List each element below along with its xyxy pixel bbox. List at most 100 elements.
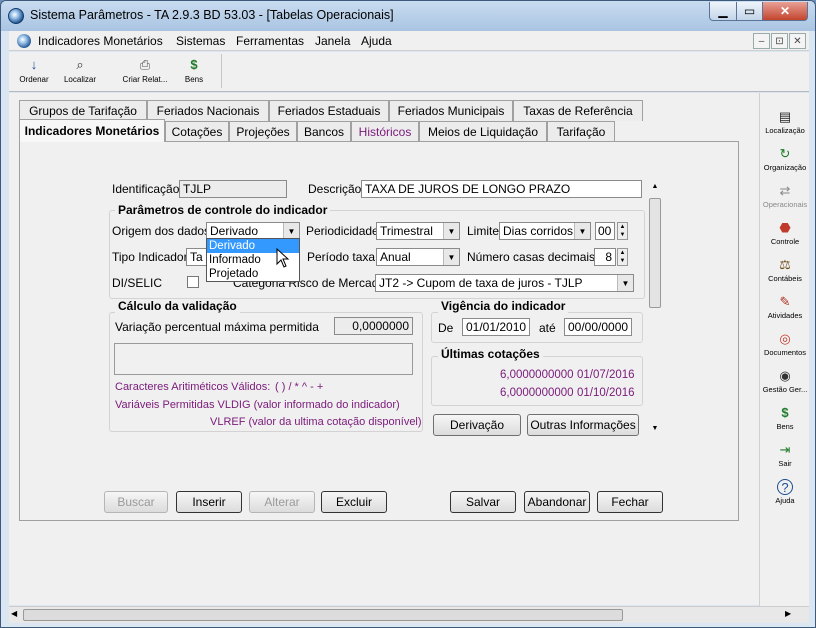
tipo-combo[interactable]: Ta [186,248,208,266]
rightbar-organizacao[interactable]: ↻ Organização [760,146,810,172]
rightbar-sair[interactable]: ⇥ Sair [760,442,810,468]
menu-ferramentas[interactable]: Ferramentas [236,34,304,48]
panel-scrollbar[interactable]: ▲ ▼ [648,182,662,437]
caracteres-value: ( ) / * ^ - + [275,381,324,393]
caracteres-label: Caracteres Aritiméticos Válidos: [115,381,271,393]
rightbar-gestao[interactable]: ◉ Gestão Ger... [760,368,810,394]
menu-ajuda[interactable]: Ajuda [361,34,392,48]
rightbar-controle[interactable]: ⬣ Controle [760,220,810,246]
tab-projecoes[interactable]: Projeções [229,121,297,142]
target-icon: ◎ [779,331,791,346]
limite-spinner[interactable]: ▲ ▼ [617,222,628,240]
chevron-down-icon[interactable]: ▼ [443,249,459,265]
rightbar-label: Documentos [763,348,807,357]
minimize-button[interactable]: ▁ [709,2,737,21]
identificacao-field[interactable]: TJLP [179,180,287,198]
excluir-button[interactable]: Excluir [321,491,387,513]
child-close-button[interactable]: ✕ [789,33,806,49]
fechar-button[interactable]: Fechar [597,491,663,513]
tab-feriados-municipais[interactable]: Feriados Municipais [389,100,513,121]
tab-feriados-estaduais[interactable]: Feriados Estaduais [269,100,389,121]
hscroll-thumb[interactable] [23,609,623,621]
cotacao-value-1: 6,0000000000 [500,369,574,381]
variacao-field[interactable]: 0,0000000 [334,317,413,335]
child-window-icon[interactable] [17,34,31,48]
diselic-checkbox[interactable] [187,276,199,288]
menu-bar: Indicadores Monetários Sistemas Ferramen… [9,31,809,51]
descricao-label: Descrição [308,182,362,196]
descricao-field[interactable]: TAXA DE JUROS DE LONGO PRAZO [361,180,642,198]
limite-combo[interactable]: Dias corridos ▼ [499,222,591,240]
de-field[interactable]: 01/01/2010 [462,318,530,336]
rightbar-localizacao[interactable]: ▤ Localização [760,109,810,135]
close-button[interactable]: ✕ [762,2,808,21]
sort-button[interactable]: ↓ Ordenar [11,54,57,84]
child-restore-button[interactable]: ⊡ [771,33,788,49]
maximize-button[interactable]: ▭ [736,2,763,21]
categoria-combo[interactable]: JT2 -> Cupom de taxa de juros - TJLP ▼ [375,274,634,292]
chevron-down-icon[interactable]: ▼ [283,223,299,239]
find-button[interactable]: ⌕ Localizar [57,54,103,84]
eye-icon: ◉ [779,368,791,383]
diselic-label: DI/SELIC [112,276,163,290]
ate-field[interactable]: 00/00/0000 [564,318,632,336]
scroll-right-icon[interactable]: ▶ [785,609,791,618]
close-icon: ✕ [779,4,791,18]
chevron-down-icon[interactable]: ▼ [574,223,590,239]
create-report-button[interactable]: ⎙ Criar Relat... [119,54,171,84]
salvar-button[interactable]: Salvar [450,491,516,513]
tab-indicadores-monetarios[interactable]: Indicadores Monetários [19,119,165,142]
chevron-down-icon[interactable]: ▼ [443,223,459,239]
scroll-left-icon[interactable]: ◀ [11,609,17,618]
rightbar-bens[interactable]: $ Bens [760,405,810,431]
tab-feriados-nacionais[interactable]: Feriados Nacionais [147,100,269,121]
child-minimize-button[interactable]: – [753,33,770,49]
casas-field[interactable]: 8 [594,248,616,266]
params-title: Parâmetros de controle do indicador [115,203,331,217]
periodo-value: Anual [380,250,411,264]
scroll-up-icon[interactable]: ▲ [649,183,661,193]
menu-indicadores[interactable]: Indicadores Monetários [38,34,163,48]
limite-value: Dias corridos [503,224,574,238]
tab-meios-liquidacao[interactable]: Meios de Liquidação [419,121,547,142]
limite-number-field[interactable]: 00 [595,222,615,240]
buscar-button[interactable]: Buscar [104,491,168,513]
origem-value: Derivado [210,224,259,238]
chevron-down-icon[interactable]: ▼ [617,275,633,291]
scale-icon: ⚖ [779,257,791,272]
binoculars-icon: ⌕ [76,57,84,72]
tab-taxas-referencia[interactable]: Taxas de Referência [513,100,643,121]
periodicidade-combo[interactable]: Trimestral ▼ [376,222,460,240]
rightbar-ajuda[interactable]: ? Ajuda [760,479,810,505]
horizontal-scrollbar[interactable]: ◀ ▶ [9,606,809,623]
variaveis-text: Variáveis Permitidas VLDIG (valor inform… [115,399,400,411]
derivacao-button[interactable]: Derivação [433,414,521,436]
formula-textarea[interactable] [114,343,413,375]
tab-historicos[interactable]: Históricos [351,121,419,142]
rightbar-label: Controle [770,237,800,246]
rightbar-atividades[interactable]: ✎ Atividades [760,294,810,320]
tab-bancos[interactable]: Bancos [297,121,351,142]
abandonar-button[interactable]: Abandonar [524,491,590,513]
tab-cotacoes[interactable]: Cotações [165,121,229,142]
rightbar-label: Bens [776,422,794,431]
origem-label: Origem dos dados [112,224,211,238]
scroll-down-icon[interactable]: ▼ [649,425,661,435]
app-window: Sistema Parâmetros - TA 2.9.3 BD 53.03 -… [0,0,816,628]
inserir-button[interactable]: Inserir [176,491,242,513]
tab-grupos-tarifacao[interactable]: Grupos de Tarifação [19,100,147,121]
tab-tarifacao[interactable]: Tarifação [547,121,615,142]
alterar-button[interactable]: Alterar [249,491,315,513]
rightbar-contabeis[interactable]: ⚖ Contábeis [760,257,810,283]
handshake-icon: ⇄ [779,183,791,198]
assets-button[interactable]: $ Bens [171,54,217,84]
scroll-thumb[interactable] [649,198,661,308]
exit-door-icon: ⇥ [779,442,791,457]
periodo-combo[interactable]: Anual ▼ [376,248,460,266]
rightbar-documentos[interactable]: ◎ Documentos [760,331,810,357]
rightbar-operacionais[interactable]: ⇄ Operacionais [760,183,810,209]
menu-janela[interactable]: Janela [315,34,350,48]
casas-spinner[interactable]: ▲ ▼ [617,248,628,266]
outras-informacoes-button[interactable]: Outras Informações [527,414,639,436]
menu-sistemas[interactable]: Sistemas [176,34,225,48]
